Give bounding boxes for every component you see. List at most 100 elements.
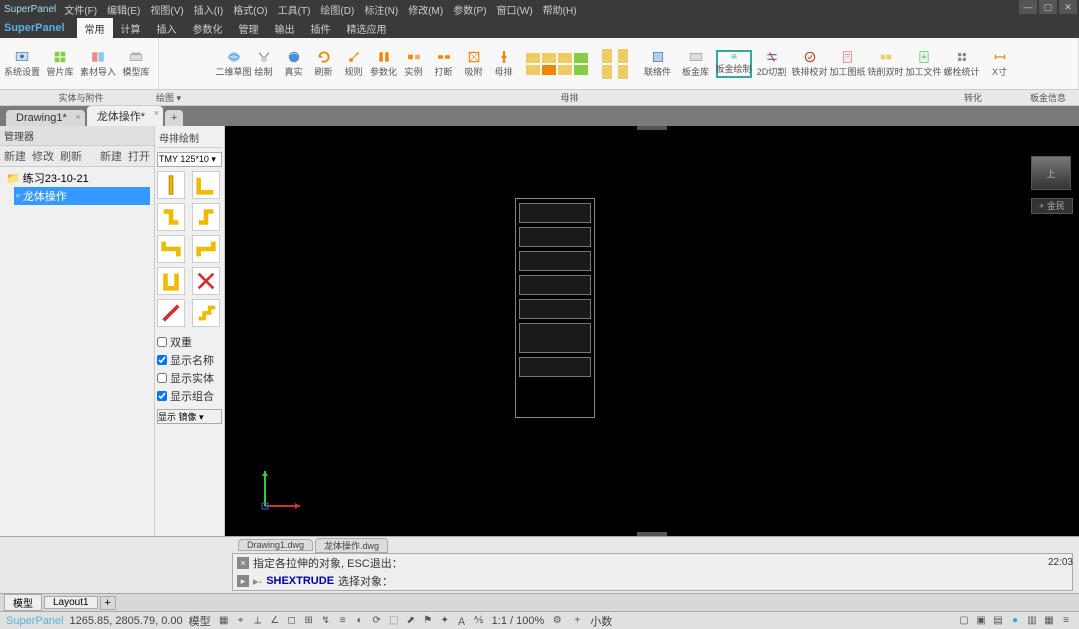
connector-button[interactable]: 联络件 [640,50,676,78]
3dosnap-icon[interactable]: ⬚ [387,614,401,628]
tray-icon[interactable]: ▦ [1042,614,1056,628]
bus-shape-straight[interactable] [157,171,185,199]
menu-dim[interactable]: 标注(N) [364,2,398,17]
maximize-button[interactable]: ▢ [1039,0,1057,14]
filter-icon[interactable]: ⚑ [421,614,435,628]
instance-button[interactable]: 实例 [400,50,428,78]
bus-shape-draw[interactable] [157,299,185,327]
pipe-library-button[interactable]: 管片库 [42,50,78,78]
status-mode[interactable]: 模型 [189,613,211,629]
snap-button[interactable]: 吸附 [460,50,488,78]
close-icon[interactable]: × [75,112,80,122]
tray-icon[interactable]: ▤ [991,614,1005,628]
left-open-button[interactable]: 打开 [128,148,150,164]
mini-tool-icon[interactable] [574,53,588,63]
parametric-button[interactable]: 参数化 [370,50,398,78]
menu-modify[interactable]: 修改(M) [408,2,443,17]
menu-file[interactable]: 文件(F) [64,2,97,17]
ribbon-tab-home[interactable]: 常用 [77,18,113,39]
cabinet-slot[interactable] [519,275,591,295]
mini-tool-icon[interactable] [558,65,572,75]
process-file-button[interactable]: 加工文件 [906,50,942,78]
left-new2-button[interactable]: 新建 [100,148,122,164]
ribbon-tab-manage[interactable]: 管理 [231,18,267,39]
mini-tool-icon[interactable] [618,65,628,79]
add-layout-button[interactable]: + [100,596,116,610]
mini-tool-icon[interactable] [542,65,556,75]
cabinet-slot[interactable] [519,227,591,247]
mini-tool-icon[interactable] [526,53,540,63]
left-refresh-button[interactable]: 刷新 [60,148,82,164]
snap-icon[interactable]: ⌖ [234,614,248,628]
material-import-button[interactable]: 素材导入 [80,50,116,78]
tray-icon[interactable]: ▣ [974,614,988,628]
model-library-button[interactable]: 模型库 [118,50,154,78]
menu-view[interactable]: 视图(V) [150,2,183,17]
ribbon-tab-output[interactable]: 输出 [267,18,303,39]
sheetmetal-lib-button[interactable]: 板金库 [678,50,714,78]
bus-shape-z2[interactable] [192,203,220,231]
bus-shape-custom[interactable] [192,267,220,295]
transparency-icon[interactable]: ◐ [353,614,367,628]
break-button[interactable]: 打断 [430,50,458,78]
mill-dual-button[interactable]: 铣削双时 [868,50,904,78]
check-showcombo[interactable]: 显示组合 [157,387,222,405]
ribbon-tab-param[interactable]: 参数化 [185,18,231,39]
close-button[interactable]: ✕ [1059,0,1077,14]
polar-icon[interactable]: ∠ [268,614,282,628]
split-handle-bottom[interactable] [637,532,667,536]
refresh-button[interactable]: 刷新 [310,50,338,78]
status-zoom[interactable]: 1:1 / 100% [492,615,545,627]
bus-shape-step[interactable] [192,299,220,327]
mini-tool-icon[interactable] [526,65,540,75]
tree-item-practice[interactable]: 📁 练习23-10-21 [4,169,150,187]
mini-tool-icon[interactable] [542,53,556,63]
bus-shape-u[interactable] [157,267,185,295]
annovis-icon[interactable]: ⅍ [472,614,486,628]
cmd-close-icon[interactable]: × [237,557,249,569]
menu-format[interactable]: 格式(O) [233,2,267,17]
lwt-icon[interactable]: ≡ [336,614,350,628]
mini-tool-icon[interactable] [602,65,612,79]
check-showentity[interactable]: 显示实体 [157,369,222,387]
cabinet-slot[interactable] [519,357,591,377]
cut2d-button[interactable]: 2D切割 [754,50,790,78]
bus-shape-s1[interactable] [157,235,185,263]
layout-tab-model[interactable]: 模型 [4,594,42,611]
bus-shape-s2[interactable] [192,235,220,263]
system-settings-button[interactable]: 系统设置 [4,50,40,78]
model-tab-2[interactable]: 龙体操作.dwg [315,538,388,553]
mini-tool-icon[interactable] [558,53,572,63]
nav-button[interactable]: + 金民 [1031,198,1073,214]
menu-help[interactable]: 帮助(H) [543,2,577,17]
cabinet-slot[interactable] [519,323,591,353]
sketch2d-button[interactable]: 二维草图 [220,50,248,78]
menu-edit[interactable]: 编辑(E) [107,2,140,17]
cmd-arrow-icon[interactable]: ▸ [237,575,249,587]
tray-icon[interactable]: ▥ [1025,614,1039,628]
drawing-canvas[interactable]: 上 + 金民 [225,126,1079,536]
status-precision[interactable]: 小数 [590,613,612,629]
menu-tools[interactable]: 工具(T) [278,2,311,17]
menu-window[interactable]: 窗口(W) [497,2,533,17]
xdim-button[interactable]: X寸 [982,50,1018,78]
otrack-icon[interactable]: ⊞ [302,614,316,628]
busbar-button[interactable]: 母排 [490,50,518,78]
draw-button[interactable]: 绘制 [250,50,278,78]
cycle-icon[interactable]: ⟳ [370,614,384,628]
check-showname[interactable]: 显示名称 [157,351,222,369]
tray-cloud-icon[interactable]: ● [1008,614,1022,628]
display-mode-select[interactable]: 显示 镜像 ▾ [157,409,222,424]
gizmo-icon[interactable]: ✦ [438,614,452,628]
left-modify-button[interactable]: 修改 [32,148,54,164]
sheetmetal-draw-button[interactable]: 板金绘制 [716,50,752,78]
cabinet-slot[interactable] [519,251,591,271]
left-new-button[interactable]: 新建 [4,148,26,164]
bolt-stats-button[interactable]: 螺栓统计 [944,50,980,78]
plus-icon[interactable]: + [570,614,584,628]
close-icon[interactable]: × [154,108,159,118]
bus-shape-l[interactable] [192,171,220,199]
mini-tool-icon[interactable] [618,49,628,63]
cabinet-slot[interactable] [519,203,591,223]
menu-draw[interactable]: 绘图(D) [320,2,354,17]
